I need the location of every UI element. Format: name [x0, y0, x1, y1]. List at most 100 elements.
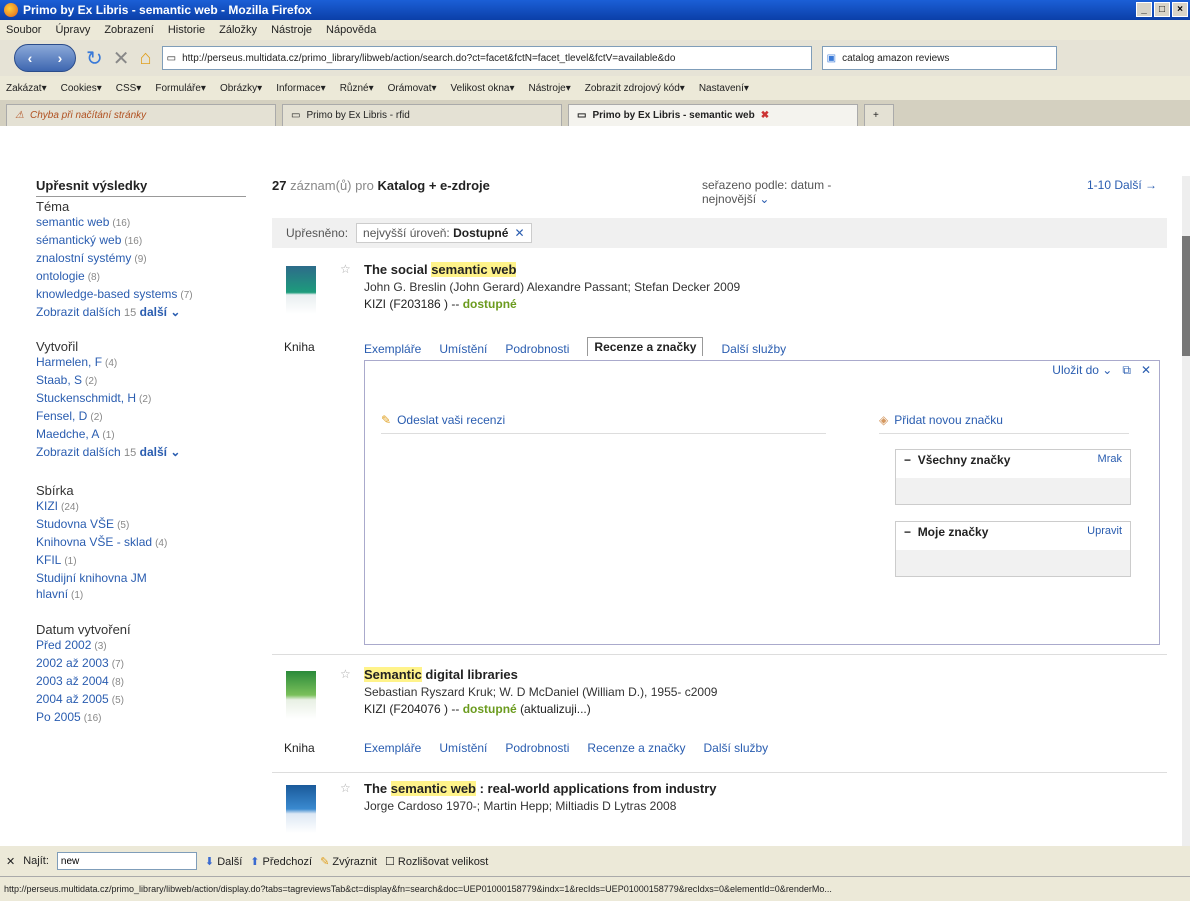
facet-item[interactable]: sémantický web (16) — [36, 232, 246, 250]
tab-copies[interactable]: Exempláře — [364, 342, 421, 356]
facet-item[interactable]: Před 2002 (3) — [36, 637, 246, 655]
cloud-link[interactable]: Mrak — [1098, 453, 1122, 467]
menu-history[interactable]: Historie — [168, 24, 205, 36]
facet-item[interactable]: 2003 až 2004 (8) — [36, 673, 246, 691]
write-review-link[interactable]: ✎ Odeslat vaši recenzi — [381, 413, 826, 434]
home-icon[interactable]: ⌂ — [140, 47, 152, 70]
menu-tools[interactable]: Nástroje — [271, 24, 312, 36]
tab-location[interactable]: Umístění — [439, 741, 487, 755]
facet-item[interactable]: 2004 až 2005 (5) — [36, 691, 246, 709]
match-case-checkbox[interactable]: ☐ Rozlišovat velikost — [385, 855, 488, 868]
tab-label: Chyba při načítání stránky — [29, 110, 147, 121]
menu-bookmarks[interactable]: Záložky — [219, 24, 257, 36]
tab-rfid[interactable]: ▭ Primo by Ex Libris - rfid — [282, 104, 562, 126]
facet-item[interactable]: Studovna VŠE (5) — [36, 516, 246, 534]
close-icon[interactable]: ✕ — [1141, 363, 1151, 378]
tab-reviews-tags[interactable]: Recenze a značky — [587, 741, 685, 755]
forward-icon[interactable]: › — [58, 50, 63, 66]
menu-help[interactable]: Nápověda — [326, 24, 376, 36]
sort-control[interactable]: seřazeno podle: datum - nejnovější ⌄ — [702, 178, 882, 206]
book-cover[interactable] — [286, 671, 316, 719]
show-more-topics[interactable]: Zobrazit dalších 15 další ⌄ — [36, 304, 246, 321]
edit-link[interactable]: Upravit — [1087, 525, 1122, 539]
facet-item[interactable]: semantic web (16) — [36, 214, 246, 232]
scrollbar-thumb[interactable] — [1182, 236, 1190, 356]
close-tab-icon[interactable]: ✖ — [761, 110, 769, 121]
toolbar-css[interactable]: CSS▾ — [116, 83, 142, 94]
sidebar-title: Upřesnit výsledky — [36, 178, 246, 197]
star-icon[interactable]: ☆ — [340, 262, 351, 276]
tab-label: Primo by Ex Libris - semantic web — [592, 110, 755, 121]
toolbar-resize[interactable]: Velikost okna▾ — [451, 83, 515, 94]
tab-location[interactable]: Umístění — [439, 342, 487, 356]
close-window-button[interactable]: × — [1172, 2, 1188, 17]
tab-error[interactable]: ⚠ Chyba při načítání stránky — [6, 104, 276, 126]
url-bar[interactable]: ▭ http://perseus.multidata.cz/primo_libr… — [161, 46, 812, 70]
facet-item[interactable]: Knihovna VŠE - sklad (4) — [36, 534, 246, 552]
find-input[interactable] — [56, 852, 197, 870]
facet-item[interactable]: Po 2005 (16) — [36, 709, 246, 727]
menu-view[interactable]: Zobrazení — [104, 24, 154, 36]
back-icon[interactable]: ‹ — [28, 50, 33, 66]
show-more-authors[interactable]: Zobrazit dalších 15 další ⌄ — [36, 444, 246, 461]
toolbar-misc[interactable]: Různé▾ — [340, 83, 374, 94]
search-box[interactable]: ▣ catalog amazon reviews — [821, 46, 1057, 70]
toolbar-outline[interactable]: Orámovat▾ — [388, 83, 437, 94]
tab-semantic-web[interactable]: ▭ Primo by Ex Libris - semantic web ✖ — [568, 104, 858, 126]
maximize-button[interactable]: □ — [1154, 2, 1170, 17]
facet-item[interactable]: Stuckenschmidt, H (2) — [36, 390, 246, 408]
popout-icon[interactable]: ⧉ — [1122, 363, 1131, 378]
new-tab-button[interactable]: + — [864, 104, 894, 126]
book-cover[interactable] — [286, 785, 316, 833]
pagination[interactable]: 1-10 Další → — [1087, 178, 1157, 192]
reload-icon[interactable]: ↻ — [86, 46, 103, 71]
facet-item[interactable]: KFIL (1) — [36, 552, 246, 570]
facet-item[interactable]: Harmelen, F (4) — [36, 354, 246, 372]
chevron-down-icon[interactable]: ⌄ — [759, 192, 769, 206]
tab-details[interactable]: Podrobnosti — [505, 741, 569, 755]
menu-edit[interactable]: Úpravy — [55, 24, 90, 36]
facet-item[interactable]: Maedche, A (1) — [36, 426, 246, 444]
toolbar-info[interactable]: Informace▾ — [276, 83, 325, 94]
menu-file[interactable]: Soubor — [6, 24, 41, 36]
remove-refine-icon[interactable]: ✕ — [514, 226, 524, 240]
toolbar-tools[interactable]: Nástroje▾ — [529, 83, 571, 94]
star-icon[interactable]: ☆ — [340, 781, 351, 795]
tab-more-services[interactable]: Další služby — [703, 741, 768, 755]
facet-item[interactable]: KIZI (24) — [36, 498, 246, 516]
vertical-scrollbar[interactable] — [1182, 176, 1190, 846]
toolbar-view-source[interactable]: Zobrazit zdrojový kód▾ — [585, 83, 685, 94]
tab-copies[interactable]: Exempláře — [364, 741, 421, 755]
facet-item[interactable]: Fensel, D (2) — [36, 408, 246, 426]
tab-details[interactable]: Podrobnosti — [505, 342, 569, 356]
find-prev-button[interactable]: ⬆ Předchozí — [250, 855, 312, 868]
minimize-button[interactable]: _ — [1136, 2, 1152, 17]
facet-item[interactable]: 2002 až 2003 (7) — [36, 655, 246, 673]
close-find-icon[interactable]: ✕ — [6, 855, 15, 868]
stop-icon[interactable]: ✕ — [113, 46, 130, 71]
tab-reviews-tags[interactable]: Recenze a značky — [587, 337, 704, 356]
toolbar-options[interactable]: Nastavení▾ — [699, 83, 749, 94]
facet-item[interactable]: Staab, S (2) — [36, 372, 246, 390]
back-forward-buttons[interactable]: ‹ › — [14, 44, 76, 72]
refine-chip[interactable]: nejvyšší úroveň: Dostupné ✕ — [356, 223, 532, 243]
record-title[interactable]: The semantic web : real-world applicatio… — [364, 781, 717, 796]
save-to-button[interactable]: Uložit do ⌄ — [1052, 363, 1112, 378]
toolbar-disable[interactable]: Zakázat▾ — [6, 83, 47, 94]
toolbar-cookies[interactable]: Cookies▾ — [61, 83, 102, 94]
star-icon[interactable]: ☆ — [340, 667, 351, 681]
add-tag-link[interactable]: ◈ Přidat novou značku — [879, 413, 1129, 434]
facet-item[interactable]: znalostní systémy (9) — [36, 250, 246, 268]
toolbar-images[interactable]: Obrázky▾ — [220, 83, 262, 94]
record-title[interactable]: Semantic digital libraries — [364, 667, 518, 682]
highlight-button[interactable]: ✎ Zvýraznit — [320, 855, 377, 868]
facet-item[interactable]: Studijní knihovna JM hlavní (1) — [36, 570, 186, 604]
record-title[interactable]: The social semantic web — [364, 262, 517, 277]
book-cover[interactable] — [286, 266, 316, 314]
tab-more-services[interactable]: Další služby — [721, 342, 786, 356]
find-next-button[interactable]: ⬇ Další — [205, 855, 242, 868]
facet-item[interactable]: ontologie (8) — [36, 268, 246, 286]
result-record: Kniha ☆ Semantic digital libraries Sebas… — [272, 665, 1167, 773]
facet-item[interactable]: knowledge-based systems (7) — [36, 286, 246, 304]
toolbar-forms[interactable]: Formuláře▾ — [155, 83, 206, 94]
